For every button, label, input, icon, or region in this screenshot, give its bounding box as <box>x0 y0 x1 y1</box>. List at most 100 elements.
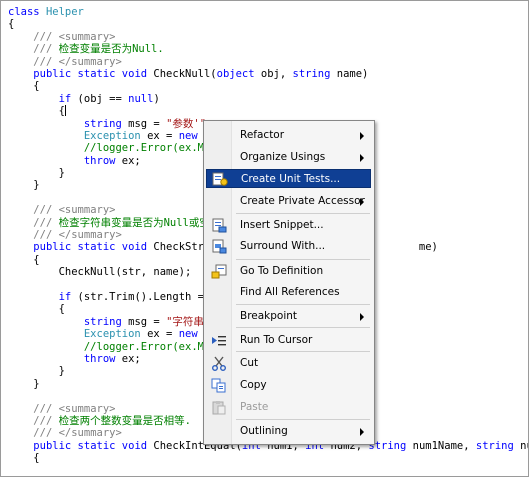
code-token: { <box>8 18 15 31</box>
code-token: } <box>8 365 65 378</box>
code-token: throw <box>83 154 116 167</box>
code-token: object <box>216 67 255 80</box>
menu-separator <box>236 213 370 214</box>
code-token: { <box>8 452 40 465</box>
menu-separator <box>236 351 370 352</box>
code-line[interactable]: { <box>8 80 528 92</box>
code-line[interactable]: class Helper <box>8 6 528 18</box>
menu-item-insert-snippet[interactable]: Insert Snippet... <box>206 216 371 235</box>
code-editor[interactable]: class Helper{ /// <summary> /// 检查变量是否为N… <box>0 0 529 477</box>
menu-item-breakpoint[interactable]: Breakpoint <box>206 307 371 326</box>
context-menu: Refactor Organize Usings Create Unit Tests… <box>203 120 375 445</box>
code-line[interactable]: { <box>8 105 528 118</box>
code-token: 检查两个整数变量是否相等. <box>58 414 191 427</box>
menu-item-copy[interactable]: Copy <box>206 376 371 395</box>
code-token: public static void <box>33 241 154 254</box>
menu-item-go-to-definition[interactable]: Go To Definition <box>206 262 371 281</box>
text-caret <box>64 105 66 117</box>
code-line[interactable]: public static void CheckNull(object obj,… <box>8 67 528 80</box>
code-token: { <box>8 253 40 266</box>
code-token: name) <box>330 67 369 80</box>
code-token: msg = <box>121 117 167 130</box>
code-token: 检查变量是否为Null. <box>58 43 164 56</box>
code-line[interactable]: { <box>8 452 528 465</box>
code-token: string <box>83 117 122 130</box>
submenu-arrow-icon <box>360 313 364 321</box>
code-token: ex = <box>140 328 179 341</box>
menu-item-find-all-references[interactable]: Find All References <box>206 283 371 302</box>
code-token: <summary> <box>58 402 116 415</box>
code-token: null <box>128 92 154 105</box>
code-token: throw <box>83 352 116 365</box>
submenu-arrow-icon <box>360 428 364 436</box>
code-line[interactable]: { <box>8 18 528 31</box>
menu-item-label: Refactor <box>240 129 285 141</box>
menu-item-label: Insert Snippet... <box>240 219 324 231</box>
menu-item-refactor[interactable]: Refactor <box>206 126 371 145</box>
code-token: CheckNull(str, name); <box>8 266 192 279</box>
submenu-arrow-icon <box>360 198 364 206</box>
code-token: if <box>58 92 72 105</box>
code-token: /// <box>33 204 59 217</box>
menu-item-cut[interactable]: Cut <box>206 354 371 373</box>
code-line[interactable]: /// </summary> <box>8 55 528 68</box>
menu-item-create-private-accessor[interactable]: Create Private Accessor <box>206 192 371 211</box>
snippet-icon <box>211 218 227 233</box>
menu-item-label: Breakpoint <box>240 310 298 322</box>
submenu-arrow-icon <box>360 132 364 140</box>
code-token: { <box>8 105 65 118</box>
code-token: /// <box>33 55 59 68</box>
code-token: ) <box>153 92 160 105</box>
scissors-icon <box>211 356 227 371</box>
menu-item-organize-usings[interactable]: Organize Usings <box>206 148 371 167</box>
code-line[interactable]: if (obj == null) <box>8 92 528 105</box>
menu-item-outlining[interactable]: Outlining <box>206 422 371 441</box>
code-token: /// <box>33 427 59 440</box>
menu-item-surround-with[interactable]: Surround With... <box>206 237 371 256</box>
code-token: CheckNull( <box>153 67 217 80</box>
menu-item-label: Run To Cursor <box>240 334 313 346</box>
code-token: public static void <box>33 67 154 80</box>
code-token: Exception <box>83 129 141 142</box>
surround-icon <box>211 239 227 254</box>
menu-separator <box>236 304 370 305</box>
code-line[interactable]: /// <summary> <box>8 30 528 43</box>
menu-item-create-unit-tests[interactable]: Create Unit Tests... <box>206 169 371 188</box>
code-line[interactable]: /// 检查变量是否为Null. <box>8 43 528 56</box>
menu-item-label: Create Unit Tests... <box>241 173 341 185</box>
code-token: /// <box>33 402 59 415</box>
code-token: ex = <box>140 129 179 142</box>
code-token: string <box>83 315 122 328</box>
copy-icon <box>211 378 227 393</box>
menu-item-label: Find All References <box>240 286 340 298</box>
code-token: string <box>475 439 514 452</box>
menu-item-label: Paste <box>240 401 269 413</box>
menu-item-paste[interactable]: Paste <box>206 398 371 417</box>
code-token: if <box>58 290 72 303</box>
menu-separator <box>236 419 370 420</box>
menu-item-run-to-cursor[interactable]: Run To Cursor <box>206 331 371 350</box>
code-token: class <box>8 6 46 18</box>
menu-item-label: Organize Usings <box>240 151 326 163</box>
code-token: <summary> <box>58 30 116 43</box>
code-token: num2Name) <box>520 439 528 452</box>
code-token: ex; <box>115 154 141 167</box>
code-token: { <box>8 303 65 316</box>
code-token: /// <box>33 414 59 427</box>
